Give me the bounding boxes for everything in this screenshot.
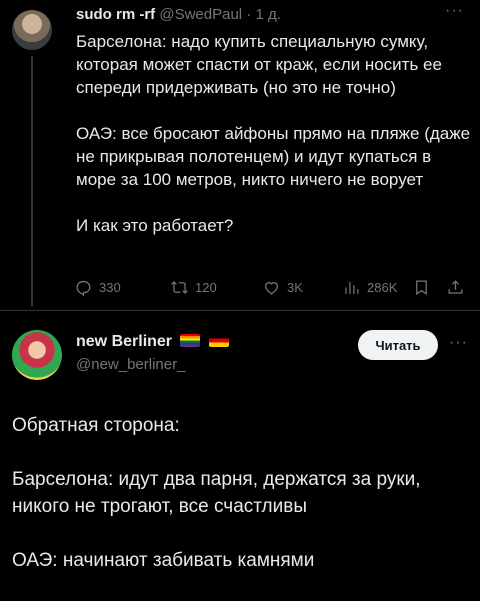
reply-button[interactable]: 330	[74, 272, 121, 302]
pride-flag-icon	[180, 334, 201, 347]
tweet-divider	[0, 310, 480, 311]
like-icon	[264, 281, 279, 295]
author-handle[interactable]: @new_berliner_	[76, 356, 185, 373]
reply-icon	[76, 280, 91, 296]
author-name[interactable]: sudo rm -rf	[76, 6, 155, 23]
more-options-icon[interactable]: ···	[449, 334, 468, 352]
follow-button[interactable]: Читать	[358, 330, 438, 360]
avatar-new-berliner[interactable]	[12, 330, 62, 380]
bookmark-icon	[416, 280, 427, 295]
tweet-action-bar: 330 120 3K 286K	[74, 272, 472, 302]
tweet-paragraph: Барселона: идут два парня, держатся за р…	[12, 469, 421, 517]
views-icon	[345, 281, 359, 294]
tweet-paragraph: ОАЭ: начинают забивать камнями	[12, 550, 315, 571]
like-button[interactable]: 3K	[262, 272, 303, 302]
author-handle[interactable]: @SwedPaul	[159, 6, 242, 23]
share-button[interactable]	[446, 272, 465, 302]
reply-tweet-text: Барселона: надо купить специальную сумку…	[76, 30, 472, 260]
more-options-icon[interactable]: ···	[445, 2, 464, 20]
tweet-paragraph: ОАЭ: все бросают айфоны прямо на пляже (…	[76, 124, 471, 189]
main-tweet-header: new Berliner	[76, 333, 229, 351]
like-count: 3K	[287, 279, 303, 295]
meta-separator: ·	[246, 6, 252, 23]
author-name[interactable]: new Berliner	[76, 333, 172, 350]
tweet-paragraph: Обратная сторона:	[12, 415, 180, 436]
avatar-sudo-rm-rf[interactable]	[12, 10, 52, 50]
reply-tweet-header: sudo rm -rf @SwedPaul · 1 д.	[76, 6, 281, 23]
germany-flag-icon	[208, 334, 229, 347]
share-icon	[448, 279, 463, 294]
bookmark-button[interactable]	[412, 272, 431, 302]
thread-connector-line	[31, 56, 33, 306]
retweet-button[interactable]: 120	[170, 272, 217, 302]
main-tweet-text: Обратная сторона: Барселона: идут два па…	[12, 412, 472, 601]
tweet-time[interactable]: 1 д.	[255, 6, 280, 23]
views-count: 286K	[367, 279, 398, 295]
views-button[interactable]: 286K	[342, 272, 397, 302]
retweet-count: 120	[195, 279, 217, 295]
tweet-paragraph: И как это работает?	[76, 216, 234, 235]
reply-count: 330	[99, 279, 121, 295]
tweet-paragraph: Барселона: надо купить специальную сумку…	[76, 32, 442, 97]
retweet-icon	[171, 280, 188, 294]
